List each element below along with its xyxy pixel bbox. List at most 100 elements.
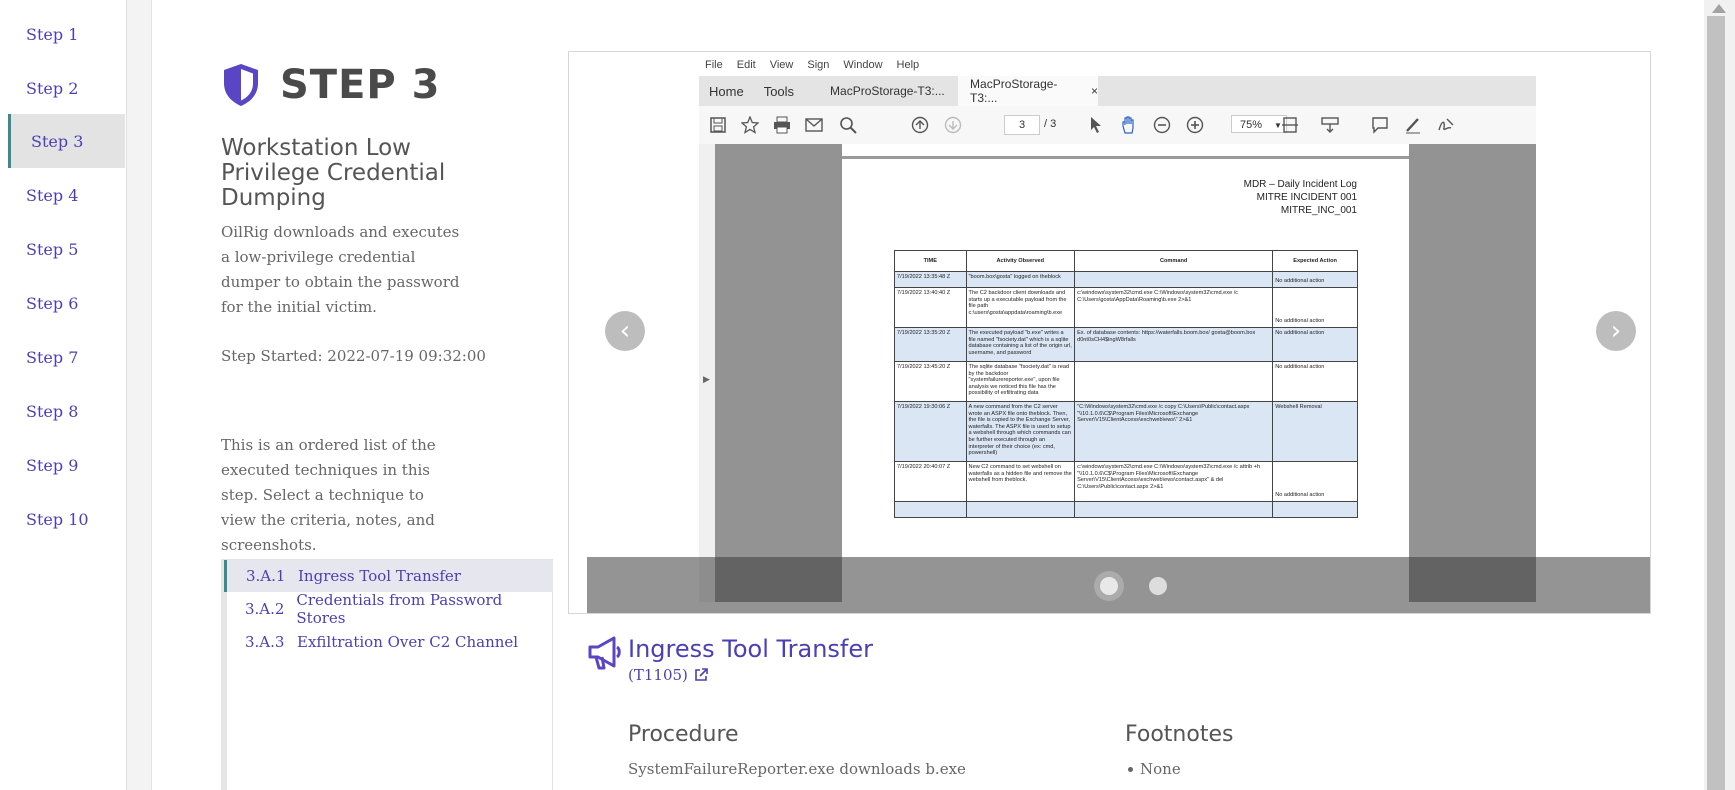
table-row [894, 501, 1358, 518]
technique-id: 3.A.3 [245, 633, 285, 651]
sign-icon [1438, 118, 1454, 131]
pdf-canvas: ▶ MDR – Daily Incident Log MITRE INCIDEN… [699, 144, 1536, 602]
nav-step-4[interactable]: Step 4 [8, 168, 125, 222]
column-header: Command [1074, 250, 1274, 272]
technique-list-intro: This is an ordered list of the executed … [221, 436, 436, 554]
cursor-icon [1091, 117, 1101, 133]
cell-activity [965, 501, 1076, 518]
technique-id-link[interactable]: (T1105) [628, 666, 708, 684]
cell-command [1074, 501, 1274, 518]
technique-id-label: (T1105) [628, 666, 688, 684]
footnote-item: None [1128, 760, 1181, 778]
technique-item-3a1[interactable]: 3.A.1 Ingress Tool Transfer [224, 560, 553, 592]
scroll-mode-icon [1321, 117, 1339, 133]
page-total: / 3 [1044, 118, 1057, 130]
log-incident: MITRE INCIDENT 001 [1256, 192, 1357, 203]
nav-step-5[interactable]: Step 5 [8, 222, 125, 276]
technique-id: 3.A.2 [245, 600, 285, 618]
table-row: 7/19/2022 20:40:07 Z New C2 command to s… [894, 461, 1358, 502]
cell-activity: A new command from the C2 server wrote a… [965, 401, 1076, 462]
carousel-prev-button[interactable]: ‹ [605, 311, 645, 351]
nav-step-3[interactable]: Step 3 [8, 114, 125, 168]
cell-activity: The sqlite database "fsociety.dat" is re… [965, 361, 1076, 402]
cell-time: 7/19/2022 20:40:07 Z [894, 461, 967, 502]
cell-action: No additional action [1272, 287, 1358, 328]
zoom-in-icon [1186, 116, 1204, 134]
cell-time: 7/19/2022 13:35:20 Z [894, 327, 967, 362]
tab-doc-2: MacProStorage-T3:... × [958, 76, 1099, 106]
cell-time: 7/19/2022 13:45:20 Z [894, 361, 967, 402]
nav-step-6[interactable]: Step 6 [8, 276, 125, 330]
cell-command [1074, 271, 1274, 288]
save-icon [710, 117, 726, 133]
step-subtitle: Workstation Low Privilege Credential Dum… [221, 135, 446, 211]
technique-item-3a3[interactable]: 3.A.3 Exfiltration Over C2 Channel [227, 626, 553, 658]
page-number-field: 3 [1004, 115, 1040, 135]
technique-item-3a2[interactable]: 3.A.2 Credentials from Password Stores [227, 591, 553, 627]
scroll-up-icon[interactable] [1712, 4, 1726, 13]
cell-command [1074, 361, 1274, 402]
zoom-out-icon [1153, 116, 1171, 134]
table-row: 7/19/2022 19:30:06 Z A new command from … [894, 401, 1358, 462]
tab-tools: Tools [763, 83, 795, 99]
cell-action: Webshell Removal [1272, 401, 1358, 462]
cell-activity: New C2 command to set webshell on waterf… [965, 461, 1076, 502]
nav-step-10[interactable]: Step 10 [8, 492, 125, 546]
print-icon [774, 116, 790, 134]
pdf-viewer-screenshot: File Edit View Sign Window Help Home Too… [699, 52, 1536, 602]
nav-step-7[interactable]: Step 7 [8, 330, 125, 384]
technique-name: Ingress Tool Transfer [298, 567, 461, 585]
pdf-tabbar: Home Tools MacProStorage-T3:... MacProSt… [699, 76, 1536, 106]
step-description: OilRig downloads and executes a low-priv… [221, 223, 460, 316]
mail-icon [805, 118, 823, 132]
find-icon [840, 117, 857, 134]
menu-file: File [705, 59, 723, 71]
cell-time [894, 501, 967, 518]
technique-id: 3.A.1 [246, 567, 286, 585]
fit-page-icon [1282, 117, 1298, 133]
step-title: STEP 3 [222, 62, 441, 108]
page-rule [842, 156, 1409, 159]
tab-doc-2-label: MacProStorage-T3:... [970, 77, 1058, 105]
cell-command: c:\windows\system32\cmd.exe C:\Windows\s… [1074, 461, 1274, 502]
page-margin-left [715, 144, 842, 602]
cell-action [1272, 501, 1358, 518]
carousel-dot-2[interactable] [1149, 577, 1167, 595]
megaphone-icon [588, 636, 621, 670]
log-id: MITRE_INC_001 [1280, 205, 1357, 216]
page-down-icon [944, 116, 962, 134]
incident-log-table: TIME Activity Observed Command Expected … [894, 250, 1358, 518]
nav-step-1[interactable]: Step 1 [8, 7, 125, 61]
step-started: Step Started: 2022-07-19 09:32:00 [221, 347, 486, 365]
cell-action: No additional action [1272, 361, 1358, 402]
footnotes-heading: Footnotes [1125, 722, 1234, 747]
pdf-menubar: File Edit View Sign Window Help [699, 59, 919, 77]
carousel-dot-1[interactable] [1100, 577, 1118, 595]
cell-action: No additional action [1272, 271, 1358, 288]
table-row: 7/19/2022 13:35:48 Z "boom.box\gosta" lo… [894, 271, 1358, 288]
nav-step-2[interactable]: Step 2 [8, 61, 125, 115]
comment-icon [1372, 117, 1388, 134]
menu-help: Help [896, 59, 920, 71]
zoom-field: 75% ▼ [1231, 115, 1287, 133]
pdf-toolbar: 3 / 3 75% ▼ [699, 106, 1536, 145]
nav-step-9[interactable]: Step 9 [8, 438, 125, 492]
cell-command: "C:\Windows\system32\cmd.exe /c copy C:\… [1074, 401, 1274, 462]
technique-name: Credentials from Password Stores [296, 591, 503, 627]
page-up-icon [911, 116, 929, 134]
nav-step-8[interactable]: Step 8 [8, 384, 125, 438]
highlight-icon [1406, 118, 1420, 134]
pdf-page: MDR – Daily Incident Log MITRE INCIDENT … [842, 144, 1409, 602]
carousel-next-button[interactable]: › [1596, 311, 1636, 351]
tab-home: Home [709, 83, 744, 99]
star-icon [741, 116, 759, 134]
log-title: MDR – Daily Incident Log [1243, 179, 1357, 190]
scrollbar-thumb[interactable] [1707, 16, 1725, 790]
hand-icon [1122, 116, 1134, 134]
cell-activity: The C2 backdoor client downloads and sta… [965, 287, 1076, 328]
column-header: Activity Observed [965, 250, 1076, 272]
column-header: TIME [894, 250, 967, 272]
external-link-icon [695, 668, 708, 681]
menu-sign: Sign [807, 59, 830, 71]
tab-doc-1: MacProStorage-T3:... [830, 84, 945, 98]
